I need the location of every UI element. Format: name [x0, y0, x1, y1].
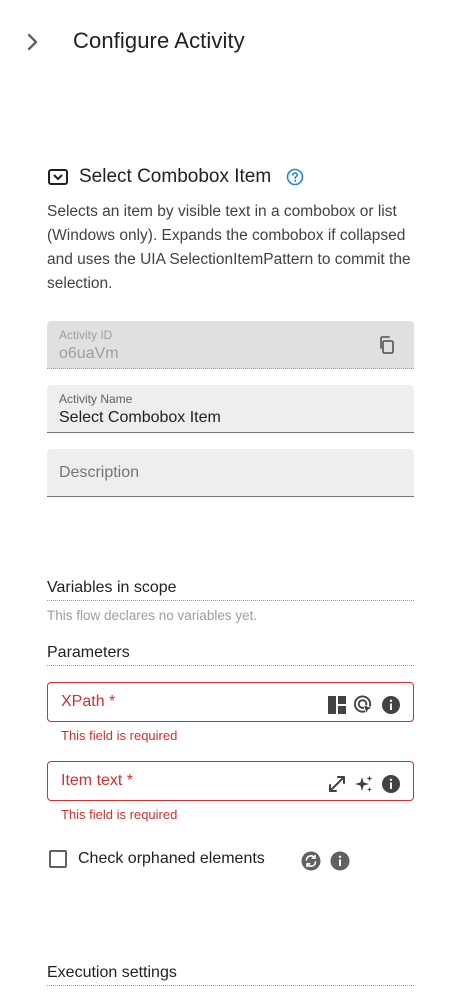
collapse-panel-button[interactable] [22, 30, 44, 54]
activity-id-label: Activity ID [59, 328, 113, 342]
description-field[interactable]: Description [47, 449, 414, 497]
activity-name-value[interactable]: Select Combobox Item [59, 409, 221, 427]
page-title: Configure Activity [73, 28, 245, 53]
execution-section-title: Execution settings [47, 964, 414, 986]
activity-id-field: Activity ID o6uaVm [47, 321, 414, 369]
check-orphaned-icons [300, 850, 350, 871]
target-pick-icon[interactable] [353, 694, 374, 715]
xpath-error: This field is required [61, 728, 178, 743]
check-orphaned-row[interactable]: Check orphaned elements [47, 850, 265, 868]
info-icon[interactable] [380, 773, 401, 794]
layout-icon[interactable] [326, 694, 347, 715]
activity-description: Selects an item by visible text in a com… [47, 203, 411, 292]
activity-name-label: Activity Name [59, 392, 133, 406]
help-button[interactable] [285, 167, 305, 187]
sparkle-icon[interactable] [353, 773, 374, 794]
chevron-right-icon [27, 33, 38, 51]
item-text-field[interactable]: Item text * [47, 761, 414, 801]
check-orphaned-label[interactable]: Check orphaned elements [78, 850, 265, 868]
description-placeholder[interactable]: Description [59, 464, 139, 482]
activity-type-name: Select Combobox Item [79, 166, 272, 187]
combobox-icon [47, 166, 69, 188]
copy-icon [380, 336, 394, 354]
header-bar: Configure Activity [0, 0, 470, 84]
sync-icon[interactable] [300, 850, 321, 871]
variables-empty-note: This flow declares no variables yet. [47, 608, 258, 623]
parameters-section-title: Parameters [47, 644, 414, 666]
item-text-label: Item text * [61, 772, 134, 789]
help-circle-icon [286, 168, 304, 186]
xpath-field[interactable]: XPath * [47, 682, 414, 722]
item-text-error: This field is required [61, 807, 178, 822]
variables-section-title: Variables in scope [47, 579, 414, 601]
info-icon[interactable] [380, 694, 401, 715]
activity-name-field[interactable]: Activity Name Select Combobox Item [47, 385, 414, 433]
activity-heading: Select Combobox Item [47, 166, 305, 188]
check-orphaned-checkbox[interactable] [49, 850, 67, 868]
expand-icon[interactable] [326, 773, 347, 794]
activity-id-value: o6uaVm [59, 345, 119, 362]
copy-id-button[interactable] [376, 334, 398, 356]
xpath-label: XPath * [61, 693, 116, 710]
info-icon[interactable] [329, 850, 350, 871]
